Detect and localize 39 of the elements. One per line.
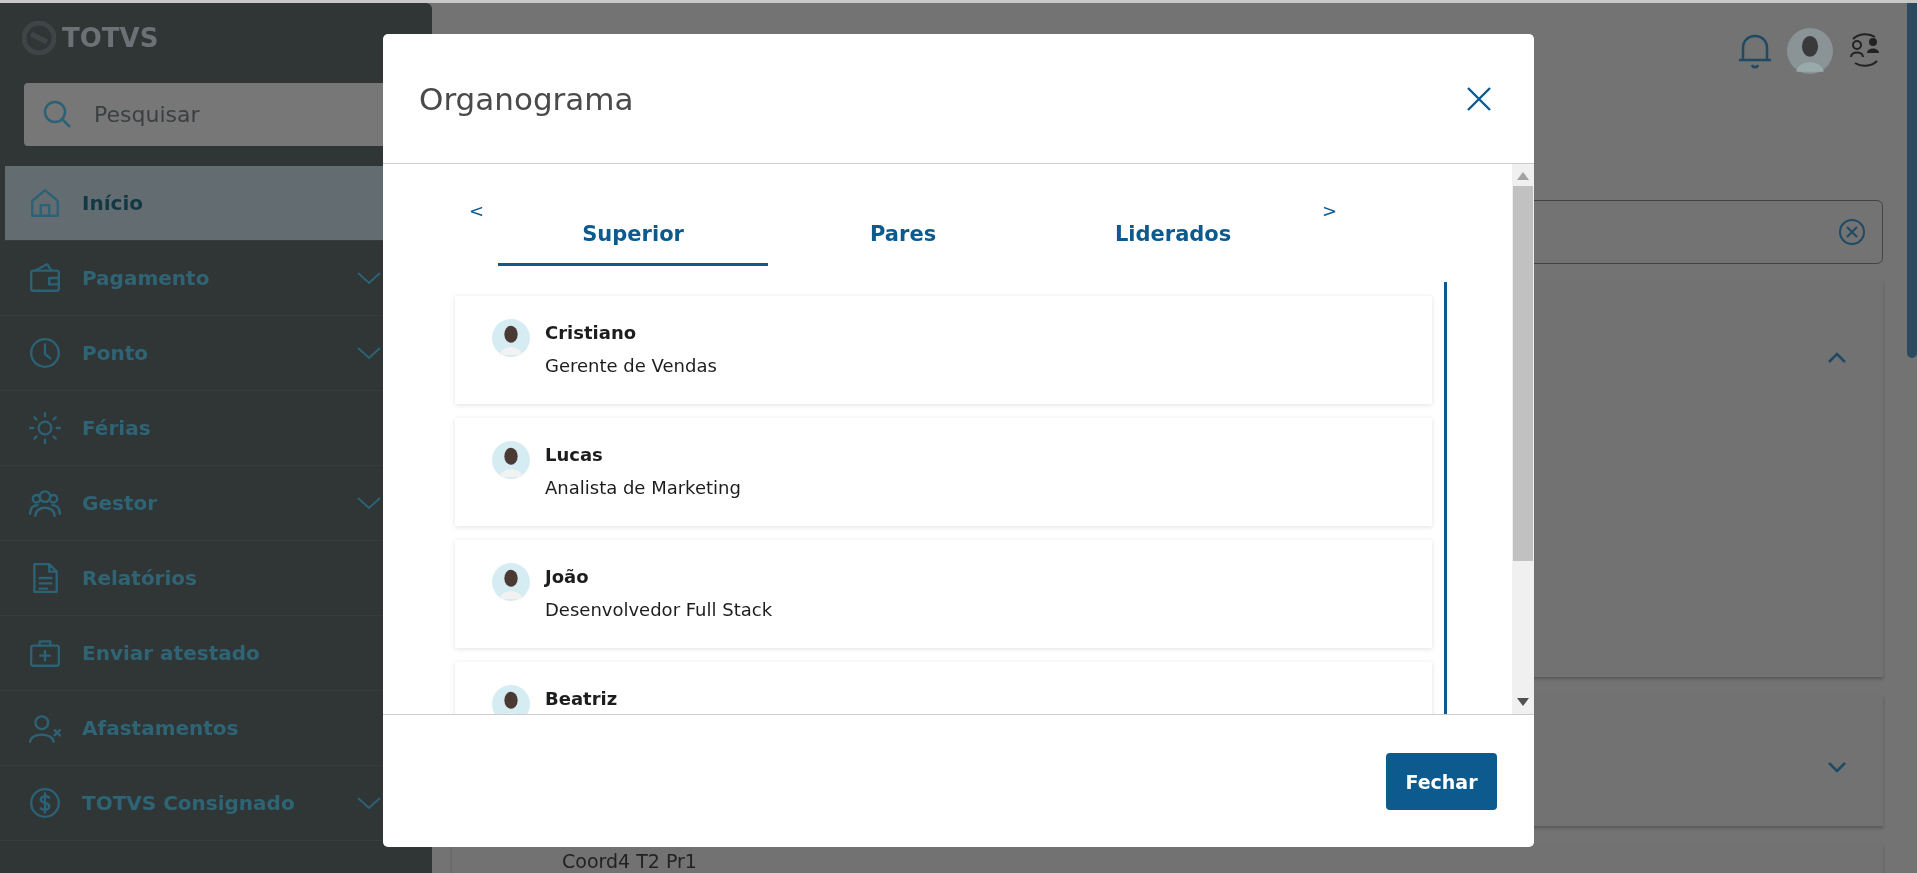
next-button[interactable]: > (1308, 196, 1352, 225)
home-icon (28, 186, 62, 220)
person-name: Beatriz (545, 688, 618, 709)
scroll-down-icon[interactable] (1517, 698, 1529, 706)
clear-icon[interactable] (1838, 218, 1866, 246)
person-role: Analista de Marketing (545, 477, 741, 498)
close-dialog-button[interactable]: Fechar (1386, 753, 1497, 810)
avatar-icon (1787, 27, 1833, 74)
close-icon (1466, 85, 1492, 112)
scroll-thumb[interactable] (1513, 186, 1533, 561)
scroll-up-icon[interactable] (1517, 172, 1529, 180)
clock-icon (28, 336, 62, 370)
person-name: João (545, 566, 590, 587)
close-button[interactable] (1466, 85, 1492, 112)
person-role: Gerente de Vendas (545, 355, 717, 376)
tab[interactable]: Liderados (1038, 204, 1309, 266)
tab[interactable]: Pares (768, 204, 1039, 266)
person-name: Lucas (545, 444, 604, 465)
avatar-icon (492, 685, 530, 714)
person-card[interactable]: Beatriz (455, 662, 1432, 714)
person-role: Desenvolvedor Full Stack (545, 599, 773, 620)
chevron-down-icon[interactable] (1827, 761, 1847, 773)
wallet-icon (28, 261, 62, 295)
chevron-up-icon[interactable] (1827, 352, 1847, 364)
tab[interactable]: Superior (498, 204, 769, 266)
sun-icon (28, 411, 62, 445)
card-title: Coord4 T2 Pr1 (562, 852, 697, 871)
person-name: Cristiano (545, 322, 638, 343)
person-card[interactable]: Lucas Analista de Marketing (455, 418, 1432, 526)
person-card[interactable]: João Desenvolvedor Full Stack (455, 540, 1432, 648)
avatar-icon (492, 563, 530, 601)
avatar-icon (492, 441, 530, 479)
logo-text: TOTVS (62, 23, 159, 53)
scrollbar[interactable] (1512, 164, 1534, 714)
avatar-icon (492, 319, 530, 357)
person-card[interactable]: Cristiano Gerente de Vendas (455, 296, 1432, 404)
previous-button[interactable]: < (455, 196, 499, 225)
scrollbar-thumb[interactable] (1907, 3, 1917, 358)
dollar-icon (28, 786, 62, 820)
